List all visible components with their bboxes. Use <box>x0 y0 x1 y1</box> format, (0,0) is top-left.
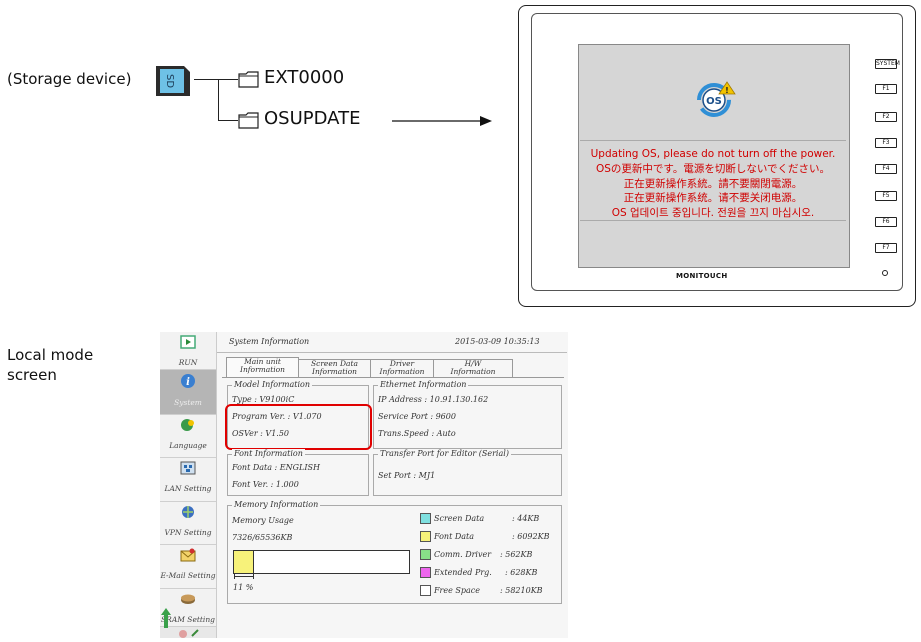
svg-text:!: ! <box>725 86 729 95</box>
sidebar-item-email-setting[interactable]: E-Mail Setting <box>160 545 216 589</box>
arrow-right-icon <box>392 116 492 126</box>
legend-label-comm-driver: Comm. Driver <box>434 550 492 559</box>
sram-icon <box>181 594 195 604</box>
tab-main-unit-information[interactable]: Main unit Information <box>226 357 299 378</box>
transfer-port-title: Transfer Port for Editor (Serial) <box>378 449 511 458</box>
local-mode-sidebar: RUN i System Information Language Settin… <box>160 332 216 638</box>
f1-key[interactable]: F1 <box>875 84 897 94</box>
legend-label-font-data: Font Data <box>434 532 475 541</box>
f4-key[interactable]: F4 <box>875 164 897 174</box>
folder-osupdate: OSUPDATE <box>264 108 361 129</box>
legend-label-screen-data: Screen Data <box>434 514 485 523</box>
svg-text:i: i <box>186 377 190 388</box>
info-icon: i <box>181 374 195 388</box>
storage-device-label: (Storage device) <box>7 70 132 88</box>
power-led-icon <box>882 270 888 276</box>
legend-swatch-free-space <box>420 585 431 596</box>
f6-key[interactable]: F6 <box>875 217 897 227</box>
message-zh-tw: 正在更新操作系統。請不要關閉電源。 <box>623 177 803 190</box>
font-data: Font Data : ENGLISH <box>232 463 320 472</box>
message-divider-bottom <box>580 220 846 221</box>
font-information-group <box>227 454 369 496</box>
tab-baseline <box>222 377 564 378</box>
model-information-title: Model Information <box>232 380 312 389</box>
sidebar-item-language-setting[interactable]: Language Setting <box>160 415 216 469</box>
font-information-title: Font Information <box>232 449 305 458</box>
memory-usage-fill <box>234 551 255 573</box>
legend-value-comm-driver: : 562KB <box>500 550 533 559</box>
memory-usage-value: 7326/65536KB <box>232 533 293 542</box>
next-item-partial-icon <box>179 629 199 638</box>
local-mode-label: Local mode screen <box>7 346 94 384</box>
panel-datetime: 2015-03-09 10:35:13 <box>455 337 540 346</box>
legend-label-extended-prg: Extended Prg. <box>434 568 492 577</box>
folder-ext0000: EXT0000 <box>264 67 345 88</box>
brand-logo: MONITOUCH <box>676 272 728 280</box>
legend-swatch-extended-prg <box>420 567 431 578</box>
ip-address: IP Address : 10.91.130.162 <box>378 395 489 404</box>
memory-usage-bar <box>233 550 410 574</box>
ethernet-information-title: Ethernet Information <box>378 380 469 389</box>
tab-driver-information[interactable]: Driver Information <box>370 359 434 378</box>
sidebar-item-system-information[interactable]: i System Information <box>160 370 216 426</box>
message-ja: OSの更新中です。電源を切断しないでください。 <box>595 162 831 175</box>
legend-label-free-space: Free Space <box>434 586 480 595</box>
system-key[interactable]: SYSTEM <box>875 59 900 69</box>
folder-icon <box>238 71 259 88</box>
set-port: Set Port : MJ1 <box>378 471 436 480</box>
memory-usage-label: Memory Usage <box>232 516 294 525</box>
language-icon <box>181 419 194 431</box>
tab-screen-data-information[interactable]: Screen Data Information <box>298 359 371 378</box>
legend-swatch-screen-data <box>420 513 431 524</box>
message-divider-top <box>580 140 846 141</box>
legend-value-font-data: : 6092KB <box>512 532 550 541</box>
header-divider <box>217 352 567 353</box>
legend-value-screen-data: : 44KB <box>512 514 540 523</box>
message-ko: OS 업데이트 중입니다. 전원을 끄지 마십시오. <box>611 207 815 220</box>
sidebar-item-lan-setting[interactable]: LAN Setting <box>160 458 216 502</box>
svg-text:SD: SD <box>164 74 175 88</box>
lan-icon <box>180 461 196 475</box>
os-update-icon: OS ! <box>697 81 736 117</box>
legend-value-extended-prg: : 628KB <box>505 568 538 577</box>
f2-key[interactable]: F2 <box>875 112 897 122</box>
run-icon <box>180 335 196 349</box>
panel-title: System Information <box>229 337 310 346</box>
f7-key[interactable]: F7 <box>875 243 897 253</box>
vpn-icon <box>182 506 194 518</box>
svg-text:OS: OS <box>706 96 722 107</box>
memory-usage-percent: 11 % <box>233 583 254 592</box>
memory-information-title: Memory Information <box>232 500 321 509</box>
email-icon <box>180 548 196 562</box>
bar-scale-mark <box>253 573 254 579</box>
update-messages: Updating OS, please do not turn off the … <box>578 147 848 221</box>
f5-key[interactable]: F5 <box>875 191 897 201</box>
legend-value-free-space: : 58210KB <box>500 586 543 595</box>
sidebar-item-run[interactable]: RUN <box>160 332 216 370</box>
version-highlight-box <box>225 404 372 450</box>
tab-hw-information[interactable]: H/W Information <box>433 359 513 378</box>
trans-speed: Trans.Speed : Auto <box>378 429 456 438</box>
message-en: Updating OS, please do not turn off the … <box>590 148 836 160</box>
font-version: Font Ver. : 1.000 <box>232 480 299 489</box>
sd-card-icon: SD <box>156 66 190 96</box>
scroll-up-icon[interactable] <box>160 606 172 630</box>
legend-swatch-comm-driver <box>420 549 431 560</box>
service-port: Service Port : 9600 <box>378 412 456 421</box>
f3-key[interactable]: F3 <box>875 138 897 148</box>
message-zh-cn: 正在更新操作系统。请不要关闭电源。 <box>623 192 803 205</box>
model-type: Type : V9100iC <box>232 395 295 404</box>
sidebar-item-vpn-setting[interactable]: VPN Setting <box>160 502 216 545</box>
legend-swatch-font-data <box>420 531 431 542</box>
bar-scale-line <box>234 576 253 577</box>
folder-icon <box>238 112 259 129</box>
